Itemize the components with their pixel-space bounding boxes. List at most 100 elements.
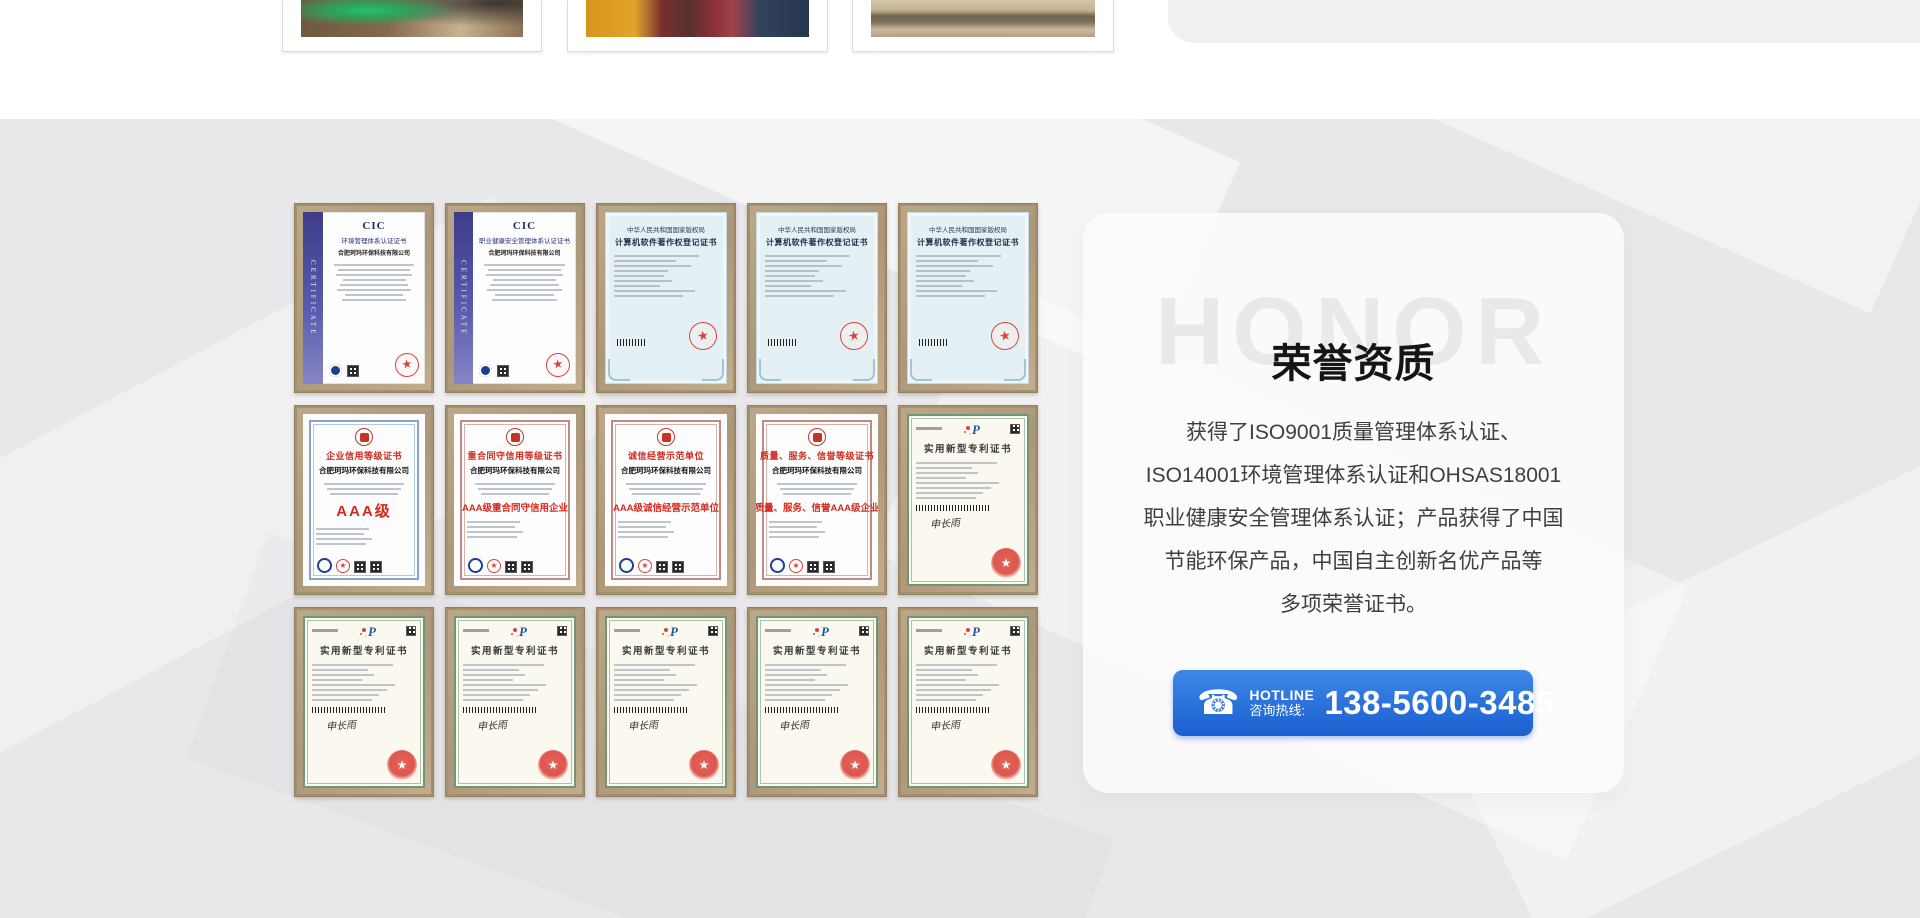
- red-star-seal: ★: [687, 320, 719, 352]
- qr-code: [859, 626, 869, 636]
- corner-flourish: [702, 359, 724, 381]
- honor-paragraph-line: 获得了ISO9001质量管理体系认证、: [1103, 411, 1604, 454]
- certificate-patent[interactable]: P 实用新型专利证书 申长雨 ★: [294, 607, 434, 797]
- qr-code: [557, 626, 567, 636]
- fine-print-lines: [316, 480, 412, 495]
- fine-print-lines: [916, 459, 1020, 499]
- red-round-seal: ★: [991, 750, 1021, 780]
- certificate-credit[interactable]: 重合同守信用等级证书 合肥珂玛环保科技有限公司 AAA级重合同守信用企业 ★: [445, 405, 585, 595]
- certificate-company: 合肥珂玛环保科技有限公司: [772, 465, 862, 476]
- red-star-seal: ★: [638, 559, 652, 573]
- signature: 申长雨: [779, 716, 810, 733]
- honor-paragraph-line: 多项荣誉证书。: [1103, 583, 1604, 626]
- certificate-number-line: [916, 629, 942, 632]
- certificate-credit[interactable]: 质量、服务、信誉等级证书 合肥珂玛环保科技有限公司 质量、服务、信誉AAA级企业…: [747, 405, 887, 595]
- blue-round-seal: [468, 558, 483, 573]
- qr-code: [823, 561, 835, 573]
- certificate-copyright[interactable]: 中华人民共和国国家版权局 计算机软件著作权登记证书 ★: [596, 203, 736, 393]
- qr-code: [708, 626, 718, 636]
- red-emblem-icon: [506, 428, 524, 446]
- certificate-patent[interactable]: P 实用新型专利证书 申长雨 ★: [898, 607, 1038, 797]
- certificate-patent[interactable]: P 实用新型专利证书 申长雨 ★: [596, 607, 736, 797]
- fine-print-lines: [769, 480, 865, 495]
- qr-code: [672, 561, 684, 573]
- certificate-title: 计算机软件著作权登记证书: [917, 237, 1019, 248]
- red-round-seal: ★: [840, 750, 870, 780]
- certificate-title: 实用新型专利证书: [916, 441, 1020, 455]
- certificate-side-band: CERTIFICATE: [454, 212, 473, 384]
- certificate-title: 实用新型专利证书: [312, 643, 416, 657]
- fine-print-lines: [467, 518, 563, 538]
- certificate-credit[interactable]: 诚信经营示范单位 合肥珂玛环保科技有限公司 AAA级诚信经营示范单位 ★: [596, 405, 736, 595]
- cic-round-seal: [479, 364, 492, 377]
- certificate-copyright[interactable]: 中华人民共和国国家版权局 计算机软件著作权登记证书 ★: [747, 203, 887, 393]
- blue-round-seal: [619, 558, 634, 573]
- certificate-patent[interactable]: P 实用新型专利证书 申长雨 ★: [898, 405, 1038, 595]
- hotline-label-zh: 咨询热线:: [1249, 703, 1314, 719]
- cnipa-logo: P: [972, 626, 980, 638]
- certificate-authority: 中华人民共和国国家版权局: [778, 224, 856, 234]
- signature: 申长雨: [628, 716, 659, 733]
- red-star-seal: ★: [989, 320, 1021, 352]
- honor-card: HONOR 荣誉资质 获得了ISO9001质量管理体系认证、ISO14001环境…: [1083, 213, 1624, 793]
- signature: 申长雨: [477, 716, 508, 733]
- certificate-title: 实用新型专利证书: [463, 643, 567, 657]
- red-round-seal: ★: [538, 750, 568, 780]
- certificate-title: 实用新型专利证书: [614, 643, 718, 657]
- certificate-cic[interactable]: CERTIFICATE CIC 环境管理体系认证证书 合肥珂玛环保科技有限公司 …: [294, 203, 434, 393]
- certificate-title: 计算机软件著作权登记证书: [615, 237, 717, 248]
- corner-flourish: [1004, 359, 1026, 381]
- honor-paragraph: 获得了ISO9001质量管理体系认证、ISO14001环境管理体系认证和OHSA…: [1103, 411, 1604, 626]
- cnipa-logo: P: [368, 626, 376, 638]
- corner-flourish: [608, 359, 630, 381]
- hotline-button[interactable]: ☎ HOTLINE 咨询热线: 138-5600-3485: [1173, 670, 1533, 736]
- page: CERTIFICATE CIC 环境管理体系认证证书 合肥珂玛环保科技有限公司 …: [0, 0, 1920, 918]
- certificate-credit[interactable]: 企业信用等级证书 合肥珂玛环保科技有限公司 AAA级 ★: [294, 405, 434, 595]
- certificate-award: 质量、服务、信誉AAA级企业: [756, 500, 878, 514]
- gallery-photo-card[interactable]: [852, 0, 1114, 52]
- certificate-cic[interactable]: CERTIFICATE CIC 职业健康安全管理体系认证证书 合肥珂玛环保科技有…: [445, 203, 585, 393]
- honor-paragraph-line: ISO14001环境管理体系认证和OHSAS18001: [1103, 454, 1604, 497]
- red-round-seal: ★: [689, 750, 719, 780]
- certificate-award: AAA级重合同守信用企业: [462, 500, 568, 514]
- gallery-photo-card[interactable]: [282, 0, 542, 52]
- cic-round-seal: [329, 364, 342, 377]
- barcode: [614, 707, 687, 713]
- certificate-title: 环境管理体系认证证书: [342, 235, 407, 245]
- qr-code: [656, 561, 668, 573]
- qr-code: [497, 365, 509, 377]
- construction-photo-concrete-pit: [871, 0, 1095, 37]
- honor-title: 荣誉资质: [1083, 331, 1624, 389]
- qr-code: [521, 561, 533, 573]
- phone-icon: ☎: [1197, 686, 1239, 720]
- certificate-patent[interactable]: P 实用新型专利证书 申长雨 ★: [445, 607, 585, 797]
- barcode: [916, 707, 989, 713]
- red-round-seal: ★: [387, 750, 417, 780]
- fine-print-lines: [916, 252, 1020, 297]
- certificate-company: 合肥珂玛环保科技有限公司: [470, 465, 560, 476]
- certificate-side-band: CERTIFICATE: [303, 212, 323, 384]
- cnipa-logo: P: [972, 424, 980, 436]
- cnipa-logo: P: [670, 626, 678, 638]
- certificate-copyright[interactable]: 中华人民共和国国家版权局 计算机软件著作权登记证书 ★: [898, 203, 1038, 393]
- honor-section: CERTIFICATE CIC 环境管理体系认证证书 合肥珂玛环保科技有限公司 …: [0, 119, 1920, 918]
- fine-print-lines: [479, 261, 570, 301]
- certificate-patent[interactable]: P 实用新型专利证书 申长雨 ★: [747, 607, 887, 797]
- fine-print-lines: [312, 661, 416, 701]
- barcode: [919, 339, 949, 346]
- fine-print-lines: [316, 525, 412, 545]
- red-star-seal: ★: [789, 559, 803, 573]
- red-emblem-icon: [657, 428, 675, 446]
- qr-code: [406, 626, 416, 636]
- barcode: [463, 707, 536, 713]
- certificate-number-line: [765, 629, 791, 632]
- gallery-photo-card[interactable]: [567, 0, 828, 52]
- fine-print-lines: [463, 661, 567, 701]
- fine-print-lines: [618, 480, 714, 495]
- fine-print-lines: [916, 661, 1020, 701]
- honor-paragraph-line: 职业健康安全管理体系认证；产品获得了中国: [1103, 497, 1604, 540]
- cnipa-logo: P: [519, 626, 527, 638]
- certificate-title: 质量、服务、信誉等级证书: [760, 449, 874, 462]
- corner-flourish: [910, 359, 932, 381]
- blue-round-seal: [770, 558, 785, 573]
